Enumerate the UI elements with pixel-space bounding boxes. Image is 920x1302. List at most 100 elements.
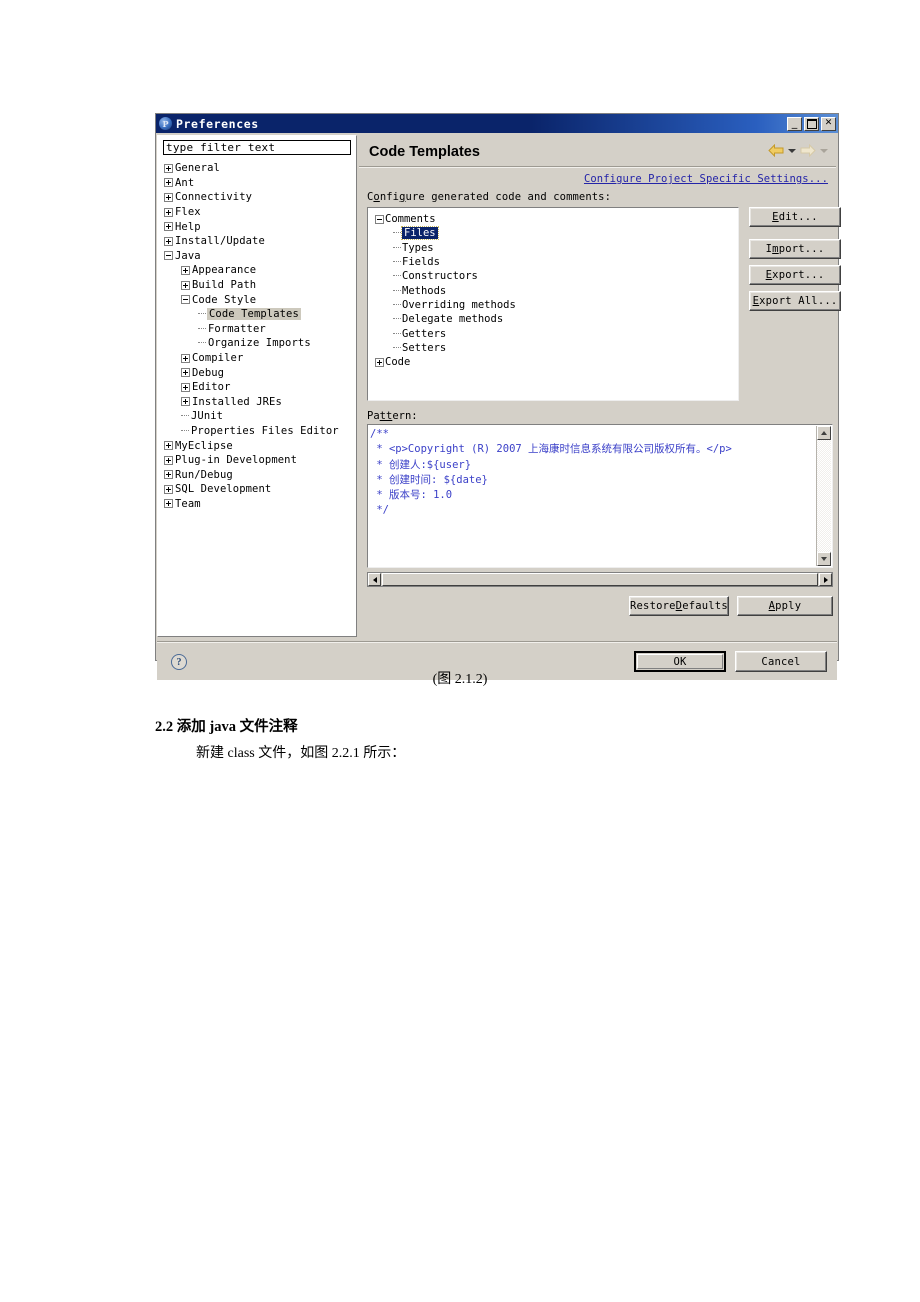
tree-leaf-connector <box>393 332 401 335</box>
horizontal-scroll-thumb[interactable] <box>382 573 818 586</box>
button-label-post: xport All... <box>759 295 838 307</box>
collapse-icon[interactable] <box>164 251 173 261</box>
configure-label-text: Configure generated code and comments: <box>367 191 612 203</box>
template-item-getters[interactable]: Getters <box>373 326 738 340</box>
pattern-horizontal-scrollbar[interactable] <box>367 572 833 587</box>
expand-icon[interactable] <box>164 484 173 494</box>
collapse-icon[interactable] <box>181 295 190 305</box>
expand-icon[interactable] <box>164 236 173 246</box>
template-item-overriding-methods[interactable]: Overriding methods <box>373 298 738 312</box>
sidebar-item-install-update[interactable]: Install/Update <box>158 234 356 249</box>
expand-icon[interactable] <box>164 207 173 217</box>
expand-icon[interactable] <box>164 163 173 173</box>
action-apply[interactable]: Apply <box>736 596 833 616</box>
template-item-label: Setters <box>402 341 447 354</box>
expand-icon[interactable] <box>181 280 190 290</box>
expand-icon[interactable] <box>181 397 190 407</box>
sidebar-item-help[interactable]: Help <box>158 219 356 234</box>
sidebar-item-debug[interactable]: Debug <box>158 365 356 380</box>
expand-icon[interactable] <box>164 455 173 465</box>
sidebar-item-properties-files-editor[interactable]: Properties Files Editor <box>158 424 356 439</box>
template-item-delegate-methods[interactable]: Delegate methods <box>373 312 738 326</box>
tree-leaf-connector <box>198 327 206 330</box>
template-item-constructors[interactable]: Constructors <box>373 269 738 283</box>
sidebar-item-code-style[interactable]: Code Style <box>158 292 356 307</box>
sidebar-item-flex[interactable]: Flex <box>158 205 356 220</box>
templates-list-box[interactable]: Comments Files Types Fields Constructors Meth… <box>367 207 739 401</box>
collapse-icon[interactable] <box>375 214 384 224</box>
template-export-all[interactable]: Export All... <box>749 291 841 311</box>
templates-tree[interactable]: Comments Files Types Fields Constructors Meth… <box>368 208 738 369</box>
expand-icon[interactable] <box>375 357 384 367</box>
expand-icon[interactable] <box>181 353 190 363</box>
sidebar-item-sql-development[interactable]: SQL Development <box>158 482 356 497</box>
maximize-button[interactable] <box>804 116 819 131</box>
template-item-types[interactable]: Types <box>373 241 738 255</box>
expand-icon[interactable] <box>164 178 173 188</box>
scroll-right-button[interactable] <box>819 573 832 586</box>
scroll-down-button[interactable] <box>817 552 831 566</box>
expand-icon[interactable] <box>181 368 190 378</box>
sidebar-item-connectivity[interactable]: Connectivity <box>158 190 356 205</box>
expand-icon[interactable] <box>164 222 173 232</box>
sidebar-item-code-templates[interactable]: Code Templates <box>158 307 356 322</box>
chevron-down-icon <box>821 557 827 561</box>
sidebar-item-label: MyEclipse <box>175 439 233 452</box>
back-arrow-icon[interactable] <box>768 144 784 157</box>
template-item-fields[interactable]: Fields <box>373 255 738 269</box>
template-item-files[interactable]: Files <box>373 226 738 241</box>
template-item-label: Constructors <box>402 270 478 283</box>
tree-leaf-connector <box>393 275 401 277</box>
sidebar-item-label: JUnit <box>191 410 224 423</box>
template-item-label: Fields <box>402 256 440 269</box>
action-restore-defaults[interactable]: Restore Defaults <box>629 596 729 616</box>
template-item-setters[interactable]: Setters <box>373 341 738 355</box>
sidebar-item-ant[interactable]: Ant <box>158 176 356 191</box>
tree-leaf-connector <box>198 342 206 344</box>
expand-icon[interactable] <box>164 470 173 480</box>
sidebar-item-junit[interactable]: JUnit <box>158 409 356 424</box>
dialog-titlebar[interactable]: P Preferences _ ✕ <box>156 114 838 133</box>
sidebar-item-editor[interactable]: Editor <box>158 380 356 395</box>
sidebar-item-compiler[interactable]: Compiler <box>158 351 356 366</box>
sidebar-item-plug-in-development[interactable]: Plug-in Development <box>158 453 356 468</box>
sidebar-item-build-path[interactable]: Build Path <box>158 278 356 293</box>
sidebar-item-label: Ant <box>175 176 195 189</box>
template-edit[interactable]: Edit... <box>749 207 841 227</box>
close-button[interactable]: ✕ <box>821 116 836 131</box>
tree-leaf-connector <box>393 318 401 320</box>
sidebar-item-general[interactable]: General <box>158 161 356 176</box>
sidebar-item-organize-imports[interactable]: Organize Imports <box>158 336 356 351</box>
dialog-body: type filter text General Ant Connectivity F… <box>156 133 841 680</box>
sidebar-item-run-debug[interactable]: Run/Debug <box>158 467 356 482</box>
expand-icon[interactable] <box>181 382 190 392</box>
sidebar-item-formatter[interactable]: Formatter <box>158 322 356 337</box>
expand-icon[interactable] <box>164 441 173 451</box>
template-item-comments[interactable]: Comments <box>373 212 738 226</box>
sidebar-item-team[interactable]: Team <box>158 497 356 512</box>
sidebar-item-java[interactable]: Java <box>158 249 356 264</box>
pattern-vertical-scrollbar[interactable] <box>816 426 831 566</box>
preferences-tree[interactable]: General Ant Connectivity Flex Help Install/Up… <box>158 161 356 511</box>
template-export[interactable]: Export... <box>749 265 841 285</box>
scroll-up-button[interactable] <box>817 426 831 440</box>
expand-icon[interactable] <box>164 192 173 202</box>
sidebar-item-appearance[interactable]: Appearance <box>158 263 356 278</box>
pattern-preview-box[interactable]: /** * <p>Copyright (R) 2007 上海康时信息系统有限公司… <box>367 424 833 568</box>
scroll-left-button[interactable] <box>368 573 381 586</box>
expand-icon[interactable] <box>164 499 173 509</box>
preferences-tree-panel: type filter text General Ant Connectivity F… <box>157 135 357 637</box>
back-dropdown-icon[interactable] <box>788 148 796 153</box>
template-import[interactable]: Im port... <box>749 239 841 259</box>
filter-input[interactable]: type filter text <box>163 140 351 155</box>
expand-icon[interactable] <box>181 265 190 275</box>
configure-project-specific-settings-link[interactable]: Configure Project Specific Settings... <box>584 173 828 185</box>
sidebar-item-myeclipse[interactable]: MyEclipse <box>158 438 356 453</box>
template-item-methods[interactable]: Methods <box>373 283 738 297</box>
figure-caption: (图 2.1.2) <box>432 672 488 687</box>
template-item-code[interactable]: Code <box>373 355 738 369</box>
template-item-label: Files <box>401 226 439 241</box>
sidebar-item-installed-jres[interactable]: Installed JREs <box>158 395 356 410</box>
section-heading: 2.2 添加 java 文件注释 <box>155 719 298 735</box>
minimize-button[interactable]: _ <box>787 116 802 131</box>
